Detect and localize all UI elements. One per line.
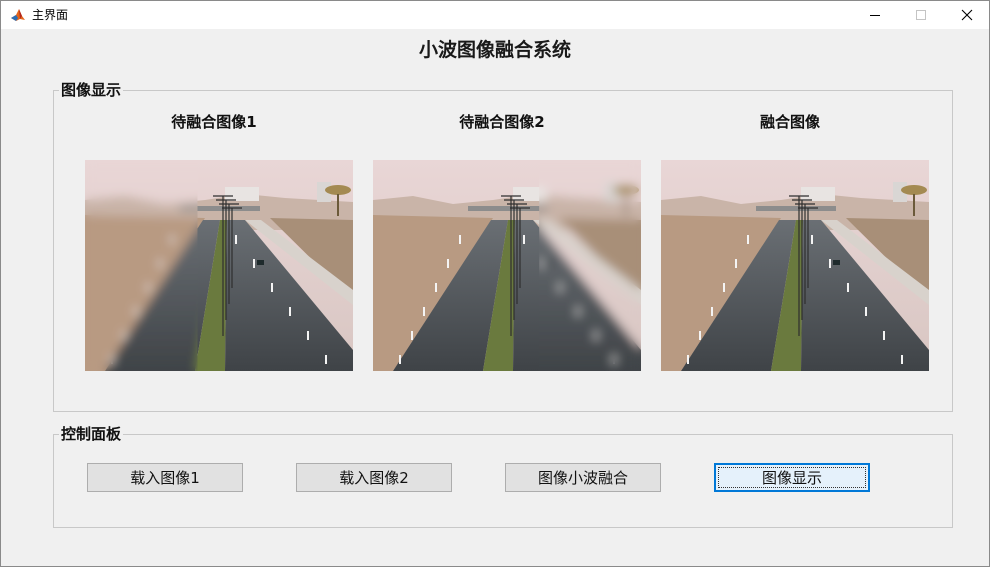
show-image-button[interactable]: 图像显示 (714, 463, 870, 492)
fused-image (661, 160, 929, 371)
wavelet-fusion-button[interactable]: 图像小波融合 (505, 463, 661, 492)
maximize-icon (915, 9, 927, 21)
page-title: 小波图像融合系统 (418, 39, 571, 61)
window-title: 主界面 (32, 8, 69, 22)
close-button[interactable] (944, 1, 990, 29)
matlab-icon (10, 7, 26, 23)
source-image-1-label: 待融合图像1 (171, 113, 257, 131)
load-image-1-button[interactable]: 载入图像1 (87, 463, 243, 492)
maximize-button[interactable] (898, 1, 944, 29)
image-display-panel-title: 图像显示 (59, 81, 124, 99)
load-image-2-button[interactable]: 载入图像2 (296, 463, 452, 492)
source-image-1 (85, 160, 353, 371)
app-window: 主界面 小波图像融合系统 图像显示 待融合图像1 待融合图像2 融合图像 控制面… (0, 0, 990, 567)
fused-image-label: 融合图像 (759, 113, 820, 131)
control-panel-title: 控制面板 (59, 425, 124, 443)
title-bar[interactable]: 主界面 (1, 1, 989, 29)
close-icon (961, 9, 973, 21)
minimize-icon (869, 9, 881, 21)
source-image-2-label: 待融合图像2 (459, 113, 545, 131)
source-image-2 (373, 160, 641, 371)
minimize-button[interactable] (852, 1, 898, 29)
